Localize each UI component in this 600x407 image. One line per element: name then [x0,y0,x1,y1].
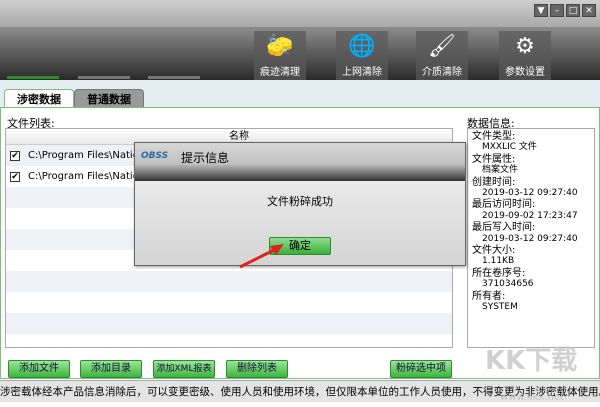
menu-dropdown-icon[interactable]: ▼ [534,4,548,17]
info-field-label: 文件属性: [472,153,516,165]
media-clean-button[interactable]: 🖌 介质清除 [416,31,468,80]
info-field-label: 最后访问时间: [472,199,536,211]
internet-clean-button[interactable]: 🌐 上网清除 [336,31,388,80]
empty-row [6,271,452,292]
info-field-value: 2019-09-02 17:23:47 [482,210,578,221]
tab-strip: 涉密数据 普通数据 [0,80,600,110]
tab-normal-data[interactable]: 普通数据 [74,89,144,109]
empty-row [6,313,452,334]
info-field-label: 所有者: [472,290,506,302]
info-field-value: 2019-03-12 09:27:40 [482,188,578,199]
info-field-value: 档案文件 [482,165,519,176]
toolbar: 🧽 痕迹清理 🌐 上网清除 🖌 介质清除 ⚙ 参数设置 [0,28,600,80]
gear-icon: ⚙ [515,34,535,59]
watermark: KK下载 [485,346,578,376]
info-field-label: 最后写入时间: [472,222,536,234]
info-field-label: 所在卷序号: [472,267,526,279]
red-arrow-annotation [239,244,284,269]
info-field-value: 2019-03-12 09:27:40 [482,233,578,244]
dialog-message: 文件粉碎成功 [267,195,333,208]
settings-button[interactable]: ⚙ 参数设置 [499,31,551,80]
info-field-value: SYSTEM [482,302,518,313]
mode-indicator [78,76,130,79]
info-panel: 文件类型: MXXLIC 文件 文件属性: 档案文件 创建时间: 2019-03-12 0… [467,128,595,348]
dialog-header: OBSS 提示信息 [135,143,465,181]
delete-list-button[interactable]: 删除列表 [226,360,288,378]
info-field-label: 文件大小: [472,245,516,257]
empty-row [6,292,452,313]
title-bar: ▼ – □ ✕ [0,0,600,28]
trace-clean-button[interactable]: 🧽 痕迹清理 [254,31,306,80]
info-field-value: MXXLIC 文件 [482,142,537,153]
close-button[interactable]: ✕ [582,4,596,17]
shred-selected-button[interactable]: 粉碎选中项 [390,360,452,378]
info-field-value: 371034656 [482,279,534,290]
row-checkbox[interactable]: ✔ [10,171,20,182]
mode-indicator [7,76,59,79]
eraser-icon: 🧽 [266,34,294,59]
row-checkbox[interactable]: ✔ [10,150,20,161]
info-field-label: 创建时间: [472,176,516,188]
add-file-button[interactable]: 添加文件 [8,360,70,378]
brush-icon: 🖌 [428,34,456,59]
message-dialog: OBSS 提示信息 文件粉碎成功 确定 [134,142,466,266]
add-directory-button[interactable]: 添加目录 [80,360,142,378]
maximize-button[interactable]: □ [566,4,580,17]
watermark-url: www.kkx.net [500,392,564,403]
minimize-button[interactable]: – [550,4,564,17]
dialog-title: 提示信息 [181,151,230,165]
globe-icon: 🌐 [348,34,376,59]
obss-logo: OBSS [141,151,169,161]
mode-indicator [148,76,200,79]
add-xml-report-button[interactable]: 添加XML报表 [153,360,215,378]
info-field-label: 文件类型: [472,131,516,142]
info-field-value: 1.11KB [482,256,515,267]
